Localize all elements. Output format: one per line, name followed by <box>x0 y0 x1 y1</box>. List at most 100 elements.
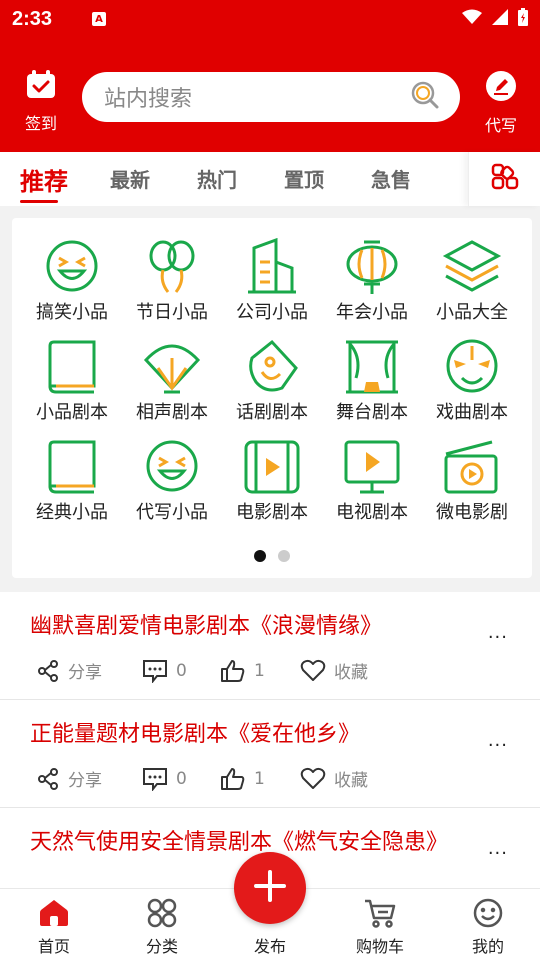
category-item[interactable]: 话剧剧本 <box>222 338 322 424</box>
category-item[interactable]: 电影剧本 <box>222 438 322 524</box>
more-options-button[interactable]: ... <box>488 622 508 643</box>
tab-recommend[interactable]: 推荐 <box>20 162 68 197</box>
page-dot-active[interactable] <box>254 550 266 562</box>
search-input[interactable]: 站内搜索 <box>82 72 460 122</box>
category-label: 经典小品 <box>36 502 108 523</box>
like-button[interactable]: 1 <box>220 767 300 791</box>
status-bar: 2:33 A <box>0 0 540 38</box>
status-time: 2:33 <box>12 7 53 30</box>
smiley-icon <box>448 897 528 929</box>
category-label: 电影剧本 <box>236 502 308 523</box>
page-indicator <box>12 550 532 562</box>
category-panel: 搞笑小品 节日小品 公司小品 年会小品 小品大全 小品剧本 相声剧本 话剧剧本 … <box>12 218 532 578</box>
category-label: 小品剧本 <box>36 402 108 423</box>
nav-cart-label: 购物车 <box>355 937 404 956</box>
tab-pinned[interactable]: 置顶 <box>284 164 324 193</box>
page-dot[interactable] <box>278 550 290 562</box>
comment-button[interactable]: 0 <box>142 767 220 791</box>
status-icons <box>462 8 528 30</box>
nav-mine[interactable]: 我的 <box>448 897 528 957</box>
share-icon <box>38 659 58 682</box>
ghostwrite-button[interactable]: 代写 <box>478 70 524 136</box>
category-label: 话剧剧本 <box>236 402 308 423</box>
category-item[interactable]: 代写小品 <box>122 438 222 524</box>
thumbs-up-icon <box>221 659 245 682</box>
comment-button[interactable]: 0 <box>142 659 220 683</box>
share-button[interactable]: 分享 <box>36 658 142 683</box>
category-grid: 搞笑小品 节日小品 公司小品 年会小品 小品大全 小品剧本 相声剧本 话剧剧本 … <box>22 237 522 524</box>
clapper-icon <box>442 438 502 496</box>
nav-home-label: 首页 <box>37 937 70 956</box>
laughing-face-icon <box>42 238 102 296</box>
category-label: 相声剧本 <box>136 402 208 423</box>
more-options-button[interactable]: ... <box>488 838 508 859</box>
mask-icon <box>242 338 302 396</box>
category-item[interactable]: 经典小品 <box>22 438 122 524</box>
notification-icon: A <box>92 12 107 26</box>
tab-latest[interactable]: 最新 <box>110 164 150 193</box>
app-header: 2:33 A 签到 站内搜索 代写 <box>0 0 540 152</box>
fan-icon <box>142 338 202 396</box>
category-item[interactable]: 节日小品 <box>122 238 222 324</box>
post-title[interactable]: 天然气使用安全情景剧本《燃气安全隐患》 <box>30 826 450 860</box>
category-item[interactable]: 公司小品 <box>222 237 322 324</box>
battery-icon <box>518 8 528 30</box>
category-label: 节日小品 <box>136 302 208 323</box>
category-item[interactable]: 电视剧本 <box>322 438 422 524</box>
category-item[interactable]: 微电影剧 <box>422 438 522 524</box>
book-icon <box>42 438 102 496</box>
book-icon <box>42 338 102 396</box>
comment-icon <box>143 659 167 683</box>
lantern-icon <box>342 238 402 296</box>
checkin-label: 签到 <box>24 114 57 133</box>
category-grid-icon <box>122 897 202 929</box>
category-label: 公司小品 <box>236 302 308 323</box>
pen-icon <box>485 71 517 106</box>
nav-publish-label-wrap[interactable]: 发布 <box>230 933 310 957</box>
category-label: 小品大全 <box>436 302 508 323</box>
calendar-check-icon <box>25 70 57 104</box>
category-label: 微电影剧 <box>436 502 508 523</box>
publish-button[interactable] <box>234 852 306 924</box>
category-label: 电视剧本 <box>336 502 408 523</box>
category-item[interactable]: 小品剧本 <box>22 338 122 424</box>
search-icon[interactable] <box>410 80 440 114</box>
nav-cart[interactable]: 购物车 <box>340 897 420 957</box>
tv-icon <box>342 438 402 496</box>
like-count: 1 <box>254 768 265 789</box>
post-actions: 分享 0 1 收藏 <box>36 766 368 791</box>
share-button[interactable]: 分享 <box>36 766 142 791</box>
tab-hot[interactable]: 热门 <box>197 164 237 193</box>
post-title[interactable]: 幽默喜剧爱情电影剧本《浪漫情缘》 <box>30 610 450 644</box>
write-label: 代写 <box>484 116 517 135</box>
all-categories-button[interactable] <box>468 152 540 206</box>
nav-publish-label: 发布 <box>253 937 286 956</box>
category-label: 搞笑小品 <box>36 302 108 323</box>
nav-mine-label: 我的 <box>471 937 504 956</box>
share-label: 分享 <box>68 771 102 791</box>
list-item[interactable]: 幽默喜剧爱情电影剧本《浪漫情缘》 ... 分享 0 1 收藏 <box>0 592 540 700</box>
favorite-button[interactable]: 收藏 <box>300 766 368 791</box>
post-actions: 分享 0 1 收藏 <box>36 658 368 683</box>
nav-home[interactable]: 首页 <box>14 897 94 957</box>
thumbs-up-icon <box>221 767 245 790</box>
search-placeholder: 站内搜索 <box>104 87 193 112</box>
grid-icon <box>491 163 519 195</box>
category-item[interactable]: 相声剧本 <box>122 338 222 424</box>
category-label: 年会小品 <box>336 302 408 323</box>
wifi-icon <box>462 9 482 29</box>
category-item[interactable]: 年会小品 <box>322 238 422 324</box>
like-button[interactable]: 1 <box>220 659 300 683</box>
category-item[interactable]: 搞笑小品 <box>22 238 122 324</box>
post-title[interactable]: 正能量题材电影剧本《爱在他乡》 <box>30 718 450 752</box>
more-options-button[interactable]: ... <box>488 730 508 751</box>
category-item[interactable]: 戏曲剧本 <box>422 338 522 424</box>
film-icon <box>242 438 302 496</box>
category-item[interactable]: 小品大全 <box>422 238 522 324</box>
favorite-button[interactable]: 收藏 <box>300 658 368 683</box>
checkin-button[interactable]: 签到 <box>16 70 66 134</box>
tab-urgent[interactable]: 急售 <box>371 164 411 193</box>
category-item[interactable]: 舞台剧本 <box>322 338 422 424</box>
list-item[interactable]: 正能量题材电影剧本《爱在他乡》 ... 分享 0 1 收藏 <box>0 700 540 808</box>
nav-category[interactable]: 分类 <box>122 897 202 957</box>
